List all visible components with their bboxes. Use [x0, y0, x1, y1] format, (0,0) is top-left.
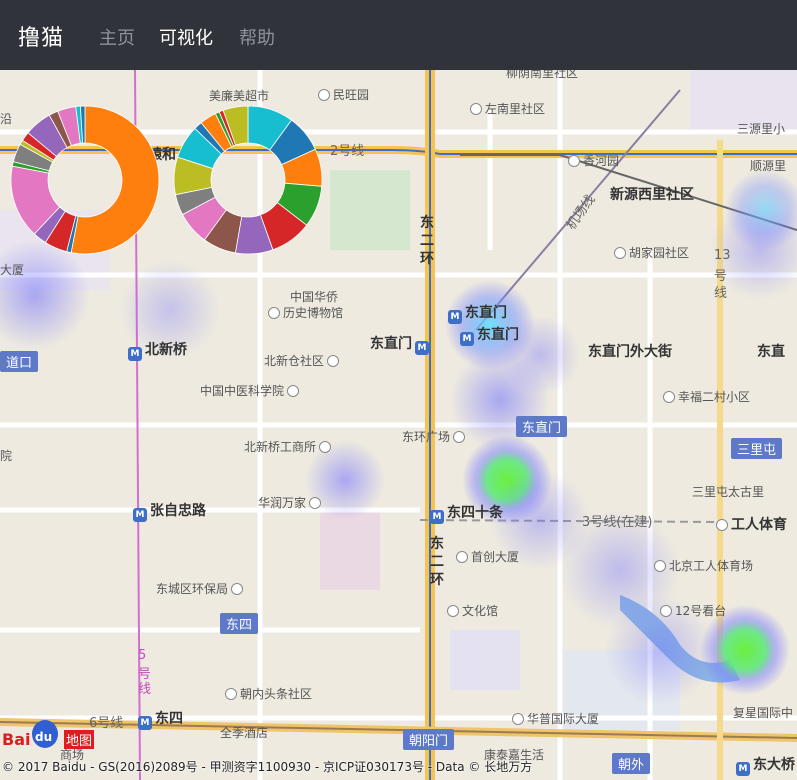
map-label: 东环广场	[402, 428, 468, 445]
poi-icon	[287, 385, 300, 397]
map-label: M 东大桥	[736, 754, 795, 776]
map-label: 院	[0, 449, 13, 463]
poi-icon	[447, 605, 459, 617]
map-label: 东	[430, 536, 444, 552]
map-tag: 东直门	[516, 416, 568, 437]
poi-icon	[716, 519, 728, 531]
map-label: 三里屯太古里	[692, 485, 765, 499]
logo-cn: 地图	[64, 730, 94, 749]
donut-chart-2[interactable]	[168, 100, 328, 260]
poi-icon	[654, 560, 666, 572]
map-label: 东直	[757, 344, 785, 360]
map-label: 线	[138, 682, 152, 697]
map-label: 幸福二村小区	[663, 388, 750, 405]
nav-item-help[interactable]: 帮助	[239, 24, 275, 50]
poi-icon	[614, 247, 626, 259]
copyright-text: © 2017 Baidu - GS(2016)2089号 - 甲测资字11009…	[2, 760, 533, 774]
metro-icon: M	[448, 310, 462, 324]
map-label: 环	[430, 572, 444, 588]
map-tag: 三里屯	[731, 438, 783, 459]
poi-icon	[456, 551, 468, 563]
map-label: 香河园	[568, 152, 619, 169]
map-label: 大厦	[0, 263, 25, 277]
map-label: 胡家园社区	[614, 244, 689, 261]
map-label: 新源西里社区	[610, 187, 694, 203]
map-label: 北京工人体育场	[654, 557, 753, 574]
map-label: 历史博物馆	[268, 304, 343, 321]
poi-icon	[327, 355, 340, 367]
map-label: M 东四十条	[430, 502, 503, 524]
metro-icon: M	[430, 510, 444, 524]
poi-icon	[470, 103, 482, 115]
map-label: 6号线	[89, 716, 124, 731]
poi-icon	[225, 688, 237, 700]
map-label: 三源里小	[737, 122, 786, 136]
map-label: 二	[420, 233, 434, 249]
poi-icon	[319, 441, 332, 453]
poi-icon	[453, 431, 466, 443]
map-label: 华润万家	[258, 494, 324, 511]
poi-icon	[268, 307, 280, 319]
donut-chart-1[interactable]	[5, 100, 165, 260]
map-label: 工人体育	[716, 514, 787, 534]
map-tag: 朝阳门	[403, 729, 455, 750]
metro-icon: M	[133, 508, 147, 522]
map-label: 首创大厦	[456, 548, 519, 565]
map-label: 柳荫南里社区	[506, 70, 579, 80]
map-canvas[interactable]: 美廉美超市 民旺园 柳荫南里社区 左南里社区 三源里小 香河园 新源西里社区 顺…	[0, 70, 797, 780]
map-label: 5	[138, 648, 147, 663]
map-label: 复星国际中	[733, 706, 794, 720]
map-label: M 东直门	[460, 324, 519, 346]
map-label: 全季酒店	[220, 726, 269, 740]
poi-icon	[231, 583, 244, 595]
map-label: 北新仓社区	[264, 352, 342, 369]
map-label: 中国华侨	[290, 290, 339, 304]
metro-icon: M	[128, 347, 142, 361]
map-tag: 朝外	[612, 753, 651, 774]
baidu-logo[interactable]: Bai du 地图	[2, 718, 94, 752]
map-label: 文化馆	[447, 602, 498, 619]
metro-icon: M	[736, 762, 750, 776]
poi-icon	[512, 713, 524, 725]
metro-icon: M	[415, 341, 429, 355]
map-label: 东直门外大街	[588, 344, 672, 360]
map-label: 环	[420, 251, 434, 267]
poi-icon	[568, 155, 580, 167]
map-label: M 北新桥	[128, 339, 187, 361]
map-label: 朝内头条社区	[225, 685, 312, 702]
map-label: 12号看台	[660, 602, 726, 619]
map-label: 中国中医科学院	[200, 382, 302, 399]
map-label: 线	[714, 286, 728, 301]
nav-item-home[interactable]: 主页	[99, 24, 135, 50]
map-label: M 东四	[138, 708, 183, 730]
poi-icon	[309, 497, 322, 509]
map-label: 华普国际大厦	[512, 710, 599, 727]
map-label: 左南里社区	[470, 100, 545, 117]
poi-icon	[660, 605, 672, 617]
navbar: 撸猫 主页 可视化 帮助	[0, 0, 797, 70]
metro-icon: M	[460, 332, 474, 346]
map-label: 13	[714, 248, 731, 263]
map-label: 二	[430, 554, 444, 570]
map-label: 东城区环保局	[156, 580, 246, 597]
map-label: 东	[420, 215, 434, 231]
poi-icon	[663, 391, 675, 403]
map-label: M 东直门	[448, 302, 507, 324]
metro-icon: M	[138, 716, 152, 730]
map-tag: 道口	[0, 351, 39, 372]
map-label: M 张自忠路	[133, 500, 206, 522]
map-label: 东直门 M	[370, 333, 432, 355]
map-label: 2号线	[330, 144, 365, 159]
brand-logo[interactable]: 撸猫	[18, 20, 64, 52]
map-tag: 东四	[220, 613, 259, 634]
nav-item-visualization[interactable]: 可视化	[159, 24, 213, 50]
map-label: 北新桥工商所	[244, 438, 334, 455]
map-label: 顺源里	[750, 159, 787, 173]
map-label: 3号线(在建)	[582, 515, 653, 530]
